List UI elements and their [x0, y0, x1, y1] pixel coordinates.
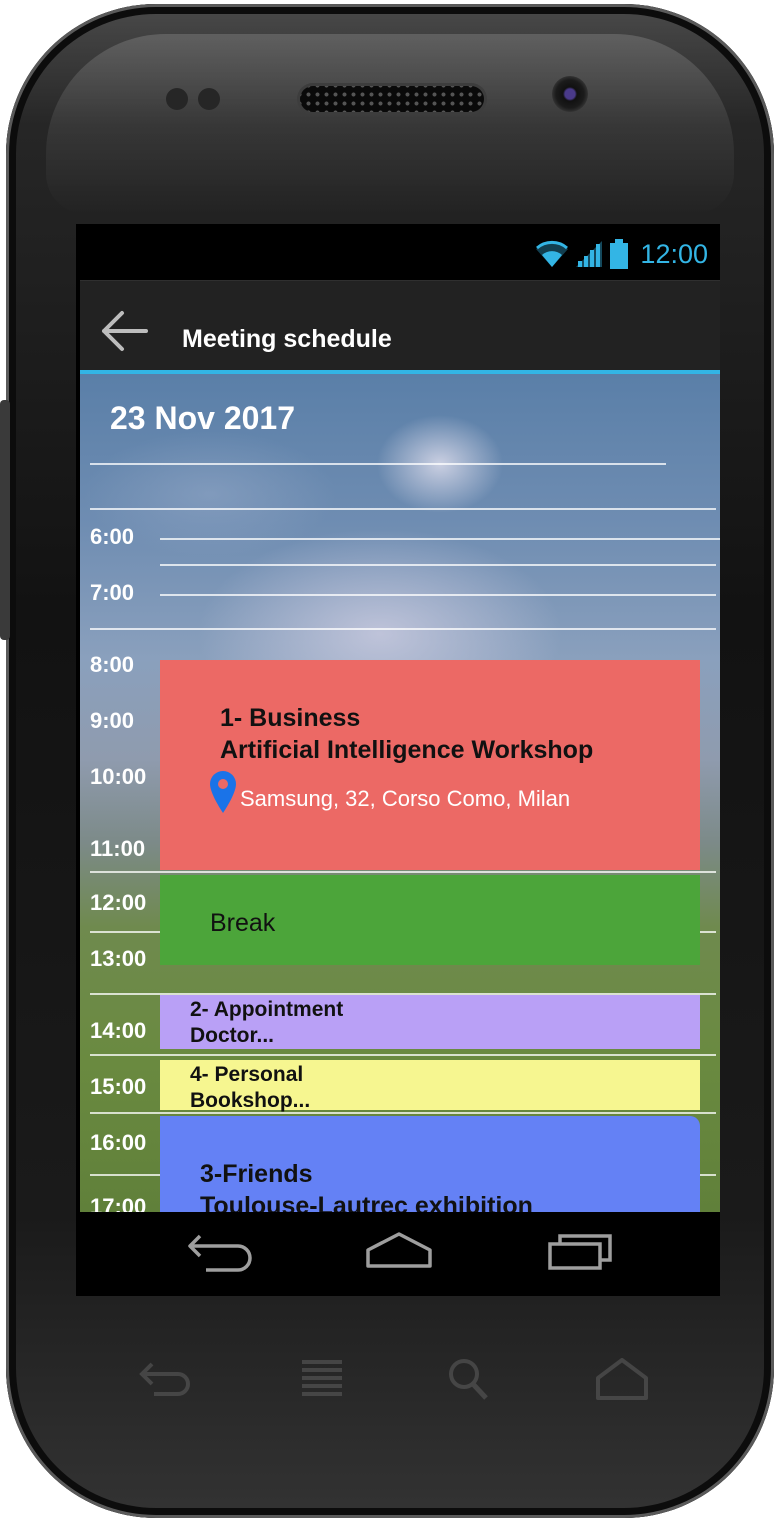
grid-line — [90, 871, 716, 873]
event-friends[interactable]: 3-Friends Toulouse-Lautrec exhibition — [160, 1116, 700, 1212]
status-bar: 12:00 — [76, 224, 720, 280]
grid-line — [90, 628, 716, 630]
event-business[interactable]: 1- Business Artificial Intelligence Work… — [160, 660, 700, 870]
signal-icon — [576, 241, 603, 267]
page-title: Meeting schedule — [182, 325, 392, 353]
recent-apps-icon[interactable] — [546, 1228, 616, 1272]
hardware-menu-icon[interactable] — [292, 1354, 352, 1404]
event-title: 4- Personal Bookshop... — [190, 1062, 310, 1114]
earpiece-speaker — [300, 86, 484, 112]
status-time: 12:00 — [640, 238, 708, 269]
light-sensor — [198, 88, 220, 110]
back-icon[interactable] — [186, 1228, 256, 1272]
home-icon[interactable] — [364, 1228, 434, 1272]
event-title: Break — [210, 909, 276, 937]
grid-line — [90, 508, 716, 510]
proximity-sensor — [166, 88, 188, 110]
event-title: 2- Appointment Doctor... — [190, 997, 343, 1049]
time-label: 12:00 — [90, 890, 147, 915]
time-label: 6:00 — [90, 524, 135, 549]
hardware-search-icon[interactable] — [440, 1354, 500, 1404]
event-name: Toulouse-Lautrec exhibition — [200, 1192, 533, 1212]
event-category: 4- Personal — [190, 1063, 304, 1086]
time-label: 9:00 — [90, 708, 135, 733]
event-name: Doctor... — [190, 1024, 275, 1047]
wifi-icon — [536, 241, 569, 267]
schedule-view[interactable]: 23 Nov 2017 6:00 7:00 8:00 9:00 10:00 11… — [80, 374, 720, 1212]
time-label: 15:00 — [90, 1074, 147, 1099]
event-name: Bookshop... — [190, 1089, 311, 1112]
action-bar: Meeting schedule — [80, 280, 720, 373]
screen: 12:00 Meeting schedule 23 Nov 2017 6:00 … — [76, 224, 720, 1296]
arrow-left-icon[interactable] — [98, 309, 150, 353]
time-label: 7:00 — [90, 580, 135, 605]
grid-line — [90, 1054, 716, 1056]
grid-line — [160, 594, 716, 596]
event-name: Artificial Intelligence Workshop — [220, 736, 594, 764]
event-category: 2- Appointment — [190, 998, 344, 1021]
event-category: 3-Friends — [200, 1160, 313, 1188]
event-category: 1- Business — [220, 704, 361, 732]
event-appointment[interactable]: 2- Appointment Doctor... — [160, 995, 700, 1049]
hardware-back-icon[interactable] — [138, 1354, 198, 1404]
battery-icon — [610, 239, 629, 269]
grid-line — [90, 1112, 716, 1114]
time-label: 14:00 — [90, 1018, 147, 1043]
time-label: 17:00 — [90, 1194, 147, 1212]
time-label: 10:00 — [90, 764, 147, 789]
event-title: 1- Business Artificial Intelligence Work… — [220, 702, 593, 766]
hardware-home-icon[interactable] — [592, 1354, 652, 1404]
event-break[interactable]: Break — [160, 875, 700, 965]
time-label: 11:00 — [90, 836, 146, 861]
event-title: 3-Friends Toulouse-Lautrec exhibition — [200, 1158, 533, 1212]
time-label: 16:00 — [90, 1130, 147, 1155]
schedule-date: 23 Nov 2017 — [110, 400, 296, 436]
time-label: 13:00 — [90, 946, 147, 971]
event-personal[interactable]: 4- Personal Bookshop... — [160, 1060, 700, 1112]
grid-line — [160, 538, 720, 540]
grid-line — [160, 564, 716, 566]
event-location: Samsung, 32, Corso Como, Milan — [240, 786, 571, 811]
navigation-bar — [76, 1212, 720, 1296]
location-pin-icon — [210, 771, 236, 813]
phone-sheen — [46, 34, 734, 214]
volume-button[interactable] — [0, 400, 10, 640]
time-label: 8:00 — [90, 652, 135, 677]
front-camera — [552, 76, 588, 112]
date-divider — [90, 463, 666, 465]
